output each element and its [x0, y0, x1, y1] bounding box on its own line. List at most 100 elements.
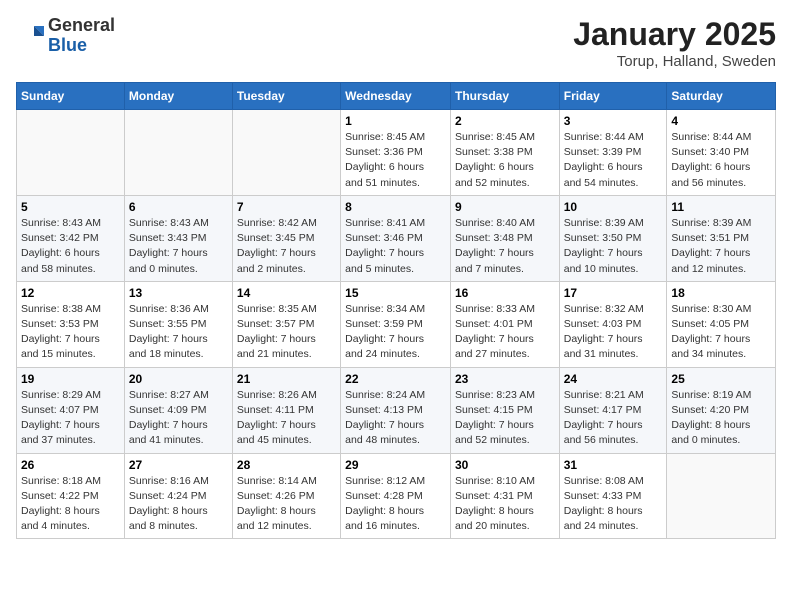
- day-info: Sunrise: 8:12 AM Sunset: 4:28 PM Dayligh…: [345, 474, 446, 535]
- day-number: 7: [237, 200, 336, 214]
- day-number: 17: [564, 286, 663, 300]
- day-number: 19: [21, 372, 120, 386]
- logo-text: General Blue: [48, 16, 115, 56]
- day-info: Sunrise: 8:23 AM Sunset: 4:15 PM Dayligh…: [455, 388, 555, 449]
- calendar-cell: 12 Sunrise: 8:38 AM Sunset: 3:53 PM Dayli…: [17, 281, 125, 367]
- weekday-header-monday: Monday: [124, 83, 232, 110]
- calendar-cell: 7 Sunrise: 8:42 AM Sunset: 3:45 PM Daylig…: [232, 195, 340, 281]
- day-number: 6: [129, 200, 228, 214]
- calendar-cell: 14 Sunrise: 8:35 AM Sunset: 3:57 PM Dayli…: [232, 281, 340, 367]
- calendar-cell: 24Sunrise: 8:21 AM Sunset: 4:17 PM Dayli…: [559, 367, 667, 453]
- day-info: Sunrise: 8:30 AM Sunset: 4:05 PM Dayligh…: [671, 302, 771, 363]
- day-info: Sunrise: 8:33 AM Sunset: 4:01 PM Dayligh…: [455, 302, 555, 363]
- day-number: 31: [564, 458, 663, 472]
- day-number: 5: [21, 200, 120, 214]
- calendar-cell: 6 Sunrise: 8:43 AM Sunset: 3:43 PM Daylig…: [124, 195, 232, 281]
- logo: General Blue: [16, 16, 115, 56]
- calendar-cell: 23 Sunrise: 8:23 AM Sunset: 4:15 PM Dayli…: [450, 367, 559, 453]
- calendar-cell: [124, 110, 232, 196]
- day-number: 25: [671, 372, 771, 386]
- calendar-cell: 16Sunrise: 8:33 AM Sunset: 4:01 PM Dayli…: [450, 281, 559, 367]
- calendar-cell: 19Sunrise: 8:29 AM Sunset: 4:07 PM Dayli…: [17, 367, 125, 453]
- day-number: 22: [345, 372, 446, 386]
- day-number: 13: [129, 286, 228, 300]
- calendar-cell: 11 Sunrise: 8:39 AM Sunset: 3:51 PM Dayli…: [667, 195, 776, 281]
- calendar-cell: 21Sunrise: 8:26 AM Sunset: 4:11 PM Dayli…: [232, 367, 340, 453]
- day-info: Sunrise: 8:38 AM Sunset: 3:53 PM Dayligh…: [21, 302, 120, 363]
- weekday-header-saturday: Saturday: [667, 83, 776, 110]
- calendar-cell: [17, 110, 125, 196]
- day-info: Sunrise: 8:16 AM Sunset: 4:24 PM Dayligh…: [129, 474, 228, 535]
- weekday-header-row: SundayMondayTuesdayWednesdayThursdayFrid…: [17, 83, 776, 110]
- day-number: 15: [345, 286, 446, 300]
- calendar-cell: 4Sunrise: 8:44 AM Sunset: 3:40 PM Daylig…: [667, 110, 776, 196]
- calendar-cell: 15 Sunrise: 8:34 AM Sunset: 3:59 PM Dayli…: [341, 281, 451, 367]
- day-info: Sunrise: 8:35 AM Sunset: 3:57 PM Dayligh…: [237, 302, 336, 363]
- day-info: Sunrise: 8:19 AM Sunset: 4:20 PM Dayligh…: [671, 388, 771, 449]
- day-number: 26: [21, 458, 120, 472]
- calendar-cell: 26 Sunrise: 8:18 AM Sunset: 4:22 PM Dayli…: [17, 453, 125, 539]
- calendar-table: SundayMondayTuesdayWednesdayThursdayFrid…: [16, 82, 776, 539]
- day-number: 23: [455, 372, 555, 386]
- day-number: 1: [345, 114, 446, 128]
- logo-icon: [16, 22, 44, 50]
- weekday-header-thursday: Thursday: [450, 83, 559, 110]
- day-number: 3: [564, 114, 663, 128]
- calendar-cell: 27 Sunrise: 8:16 AM Sunset: 4:24 PM Dayli…: [124, 453, 232, 539]
- day-info: Sunrise: 8:34 AM Sunset: 3:59 PM Dayligh…: [345, 302, 446, 363]
- day-info: Sunrise: 8:08 AM Sunset: 4:33 PM Dayligh…: [564, 474, 663, 535]
- day-number: 27: [129, 458, 228, 472]
- day-number: 18: [671, 286, 771, 300]
- day-info: Sunrise: 8:43 AM Sunset: 3:42 PM Dayligh…: [21, 216, 120, 277]
- day-info: Sunrise: 8:39 AM Sunset: 3:51 PM Dayligh…: [671, 216, 771, 277]
- calendar-week-row: 5 Sunrise: 8:43 AM Sunset: 3:42 PM Daylig…: [17, 195, 776, 281]
- day-info: Sunrise: 8:41 AM Sunset: 3:46 PM Dayligh…: [345, 216, 446, 277]
- calendar-cell: [232, 110, 340, 196]
- day-number: 21: [237, 372, 336, 386]
- day-info: Sunrise: 8:36 AM Sunset: 3:55 PM Dayligh…: [129, 302, 228, 363]
- day-info: Sunrise: 8:39 AM Sunset: 3:50 PM Dayligh…: [564, 216, 663, 277]
- calendar-header: SundayMondayTuesdayWednesdayThursdayFrid…: [17, 83, 776, 110]
- calendar-cell: 31 Sunrise: 8:08 AM Sunset: 4:33 PM Dayli…: [559, 453, 667, 539]
- weekday-header-sunday: Sunday: [17, 83, 125, 110]
- day-number: 14: [237, 286, 336, 300]
- calendar-cell: 9Sunrise: 8:40 AM Sunset: 3:48 PM Daylig…: [450, 195, 559, 281]
- weekday-header-tuesday: Tuesday: [232, 83, 340, 110]
- title-block: January 2025 Torup, Halland, Sweden: [573, 16, 776, 70]
- day-info: Sunrise: 8:42 AM Sunset: 3:45 PM Dayligh…: [237, 216, 336, 277]
- calendar-cell: [667, 453, 776, 539]
- calendar-cell: 2 Sunrise: 8:45 AM Sunset: 3:38 PM Daylig…: [450, 110, 559, 196]
- day-number: 12: [21, 286, 120, 300]
- day-info: Sunrise: 8:10 AM Sunset: 4:31 PM Dayligh…: [455, 474, 555, 535]
- calendar-week-row: 12 Sunrise: 8:38 AM Sunset: 3:53 PM Dayli…: [17, 281, 776, 367]
- day-info: Sunrise: 8:14 AM Sunset: 4:26 PM Dayligh…: [237, 474, 336, 535]
- calendar-cell: 13 Sunrise: 8:36 AM Sunset: 3:55 PM Dayli…: [124, 281, 232, 367]
- calendar-cell: 5 Sunrise: 8:43 AM Sunset: 3:42 PM Daylig…: [17, 195, 125, 281]
- calendar-cell: 28 Sunrise: 8:14 AM Sunset: 4:26 PM Dayli…: [232, 453, 340, 539]
- calendar-cell: 30 Sunrise: 8:10 AM Sunset: 4:31 PM Dayli…: [450, 453, 559, 539]
- day-number: 11: [671, 200, 771, 214]
- day-number: 2: [455, 114, 555, 128]
- day-number: 10: [564, 200, 663, 214]
- day-info: Sunrise: 8:44 AM Sunset: 3:40 PM Dayligh…: [671, 130, 771, 191]
- day-number: 30: [455, 458, 555, 472]
- day-info: Sunrise: 8:18 AM Sunset: 4:22 PM Dayligh…: [21, 474, 120, 535]
- logo-general-text: General: [48, 16, 115, 36]
- weekday-header-friday: Friday: [559, 83, 667, 110]
- weekday-header-wednesday: Wednesday: [341, 83, 451, 110]
- day-info: Sunrise: 8:27 AM Sunset: 4:09 PM Dayligh…: [129, 388, 228, 449]
- calendar-cell: 3 Sunrise: 8:44 AM Sunset: 3:39 PM Daylig…: [559, 110, 667, 196]
- day-info: Sunrise: 8:44 AM Sunset: 3:39 PM Dayligh…: [564, 130, 663, 191]
- day-info: Sunrise: 8:45 AM Sunset: 3:38 PM Dayligh…: [455, 130, 555, 191]
- day-number: 24: [564, 372, 663, 386]
- day-number: 29: [345, 458, 446, 472]
- calendar-cell: 8Sunrise: 8:41 AM Sunset: 3:46 PM Daylig…: [341, 195, 451, 281]
- calendar-cell: 17 Sunrise: 8:32 AM Sunset: 4:03 PM Dayli…: [559, 281, 667, 367]
- page-header: General Blue January 2025 Torup, Halland…: [16, 16, 776, 70]
- day-info: Sunrise: 8:32 AM Sunset: 4:03 PM Dayligh…: [564, 302, 663, 363]
- day-number: 28: [237, 458, 336, 472]
- calendar-week-row: 26 Sunrise: 8:18 AM Sunset: 4:22 PM Dayli…: [17, 453, 776, 539]
- calendar-cell: 25 Sunrise: 8:19 AM Sunset: 4:20 PM Dayli…: [667, 367, 776, 453]
- calendar-cell: 20Sunrise: 8:27 AM Sunset: 4:09 PM Dayli…: [124, 367, 232, 453]
- day-info: Sunrise: 8:43 AM Sunset: 3:43 PM Dayligh…: [129, 216, 228, 277]
